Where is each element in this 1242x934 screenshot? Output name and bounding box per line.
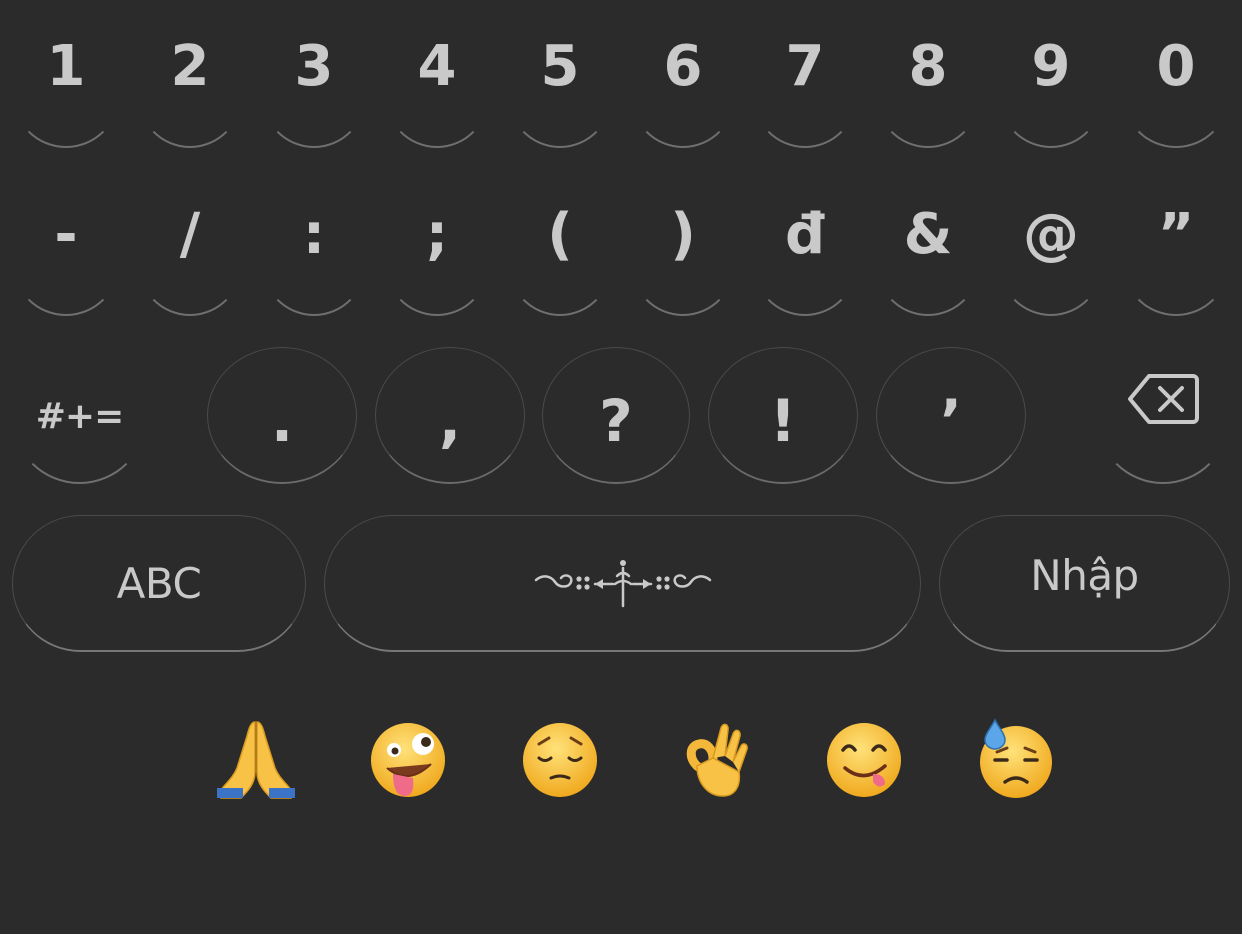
ok-hand-emoji[interactable] xyxy=(667,716,757,806)
key-exclamation[interactable]: ! xyxy=(708,347,858,484)
key-label: / xyxy=(179,202,201,267)
abc-key[interactable]: ABC xyxy=(12,515,306,652)
key-d-stroke[interactable]: đ xyxy=(752,202,858,316)
key-label: đ xyxy=(784,202,826,267)
key-label: ) xyxy=(670,202,696,267)
key-label: 4 xyxy=(417,34,457,99)
key-colon[interactable]: : xyxy=(261,202,367,316)
ornament-icon xyxy=(533,558,713,612)
key-8[interactable]: 8 xyxy=(875,34,981,148)
key-9[interactable]: 9 xyxy=(998,34,1104,148)
key-question[interactable]: ? xyxy=(542,347,690,484)
key-label: ! xyxy=(769,387,797,455)
downcast-sweat-emoji[interactable] xyxy=(971,716,1061,806)
space-bar[interactable] xyxy=(324,515,921,652)
key-open-paren[interactable]: ( xyxy=(507,202,613,316)
key-1[interactable]: 1 xyxy=(12,34,120,148)
key-label: ” xyxy=(1157,202,1195,267)
key-slash[interactable]: / xyxy=(137,202,243,316)
key-label: 5 xyxy=(540,34,580,99)
abc-label: ABC xyxy=(116,558,202,608)
key-quote[interactable]: ” xyxy=(1122,202,1230,316)
key-label: @ xyxy=(1023,202,1079,267)
key-label: : xyxy=(302,202,326,267)
emoji-suggestion-bar xyxy=(0,716,1242,806)
key-label: & xyxy=(903,202,953,267)
key-label: ; xyxy=(425,202,449,267)
key-4[interactable]: 4 xyxy=(384,34,490,148)
key-label: 2 xyxy=(170,34,210,99)
key-5[interactable]: 5 xyxy=(507,34,613,148)
key-label: - xyxy=(54,202,78,267)
yum-face-emoji[interactable] xyxy=(819,716,909,806)
key-at[interactable]: @ xyxy=(998,202,1104,316)
key-label: 0 xyxy=(1156,34,1196,99)
backspace-icon xyxy=(1127,373,1199,429)
key-label: ? xyxy=(599,387,633,455)
more-symbols-key[interactable]: #+= xyxy=(12,350,147,484)
key-semicolon[interactable]: ; xyxy=(384,202,490,316)
key-period[interactable]: . xyxy=(207,347,357,484)
key-label: 8 xyxy=(908,34,948,99)
zany-face-emoji[interactable] xyxy=(363,716,453,806)
key-comma[interactable]: , xyxy=(375,347,525,484)
enter-label: Nhập xyxy=(1030,550,1139,600)
key-label: . xyxy=(270,387,294,455)
key-3[interactable]: 3 xyxy=(261,34,367,148)
key-label: ’ xyxy=(939,387,963,455)
key-label: 9 xyxy=(1031,34,1071,99)
enter-key[interactable]: Nhập xyxy=(939,515,1230,652)
key-label: 1 xyxy=(46,34,86,99)
key-label: ( xyxy=(547,202,573,267)
key-label: 3 xyxy=(294,34,334,99)
key-hyphen[interactable]: - xyxy=(12,202,120,316)
key-label: #+= xyxy=(35,396,124,437)
key-apostrophe[interactable]: ’ xyxy=(876,347,1026,484)
pensive-face-emoji[interactable] xyxy=(515,716,605,806)
key-7[interactable]: 7 xyxy=(752,34,858,148)
key-label: , xyxy=(438,387,462,455)
key-label: 7 xyxy=(785,34,825,99)
key-ampersand[interactable]: & xyxy=(875,202,981,316)
folded-hands-emoji[interactable] xyxy=(211,716,301,806)
key-close-paren[interactable]: ) xyxy=(630,202,736,316)
key-0[interactable]: 0 xyxy=(1122,34,1230,148)
key-2[interactable]: 2 xyxy=(137,34,243,148)
key-label: 6 xyxy=(663,34,703,99)
key-6[interactable]: 6 xyxy=(630,34,736,148)
backspace-key[interactable] xyxy=(1096,350,1230,484)
